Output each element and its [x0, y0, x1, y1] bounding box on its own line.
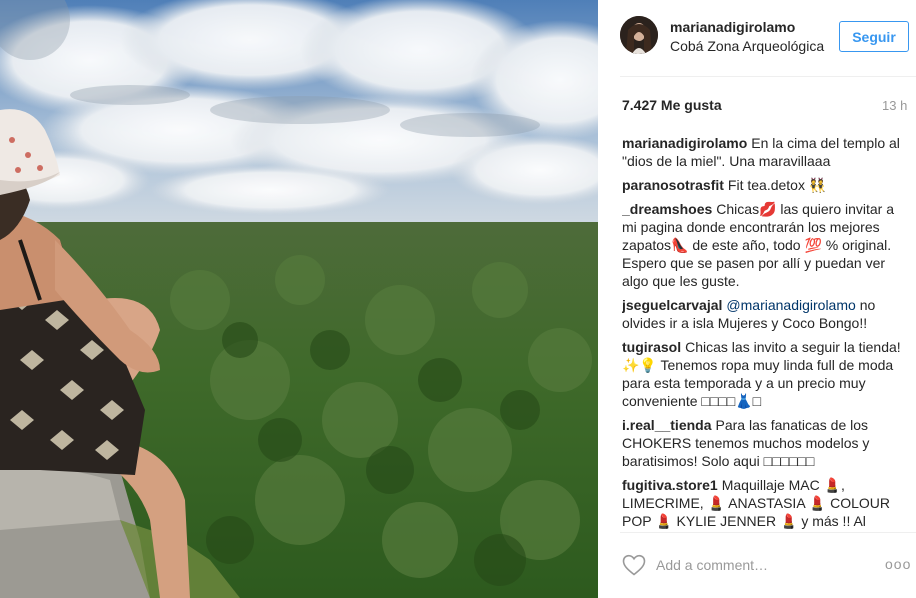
- list-item: paranosotrasfit Fit tea.detox 👯: [622, 176, 908, 194]
- list-item: fugitiva.store1 Maquillaje MAC 💄, LIMECRI…: [622, 476, 908, 530]
- comment-username[interactable]: i.real__tienda: [622, 417, 712, 433]
- avatar[interactable]: [620, 16, 658, 54]
- post-side-panel: marianadigirolamo Cobá Zona Arqueológica…: [598, 0, 916, 598]
- landscape-photo-illustration: [0, 0, 598, 598]
- post-author-username[interactable]: marianadigirolamo: [670, 19, 795, 35]
- likes-count[interactable]: 7.427 Me gusta: [622, 97, 722, 113]
- post-timestamp[interactable]: 13 h: [882, 98, 907, 113]
- list-item: jseguelcarvajal @marianadigirolamo no olv…: [622, 296, 908, 332]
- comment-username[interactable]: jseguelcarvajal: [622, 297, 722, 313]
- post-header: marianadigirolamo Cobá Zona Arqueológica…: [598, 0, 916, 76]
- list-item: tugirasol Chicas las invito a seguir la t…: [622, 338, 908, 410]
- list-item: _dreamshoes Chicas💋 las quiero invitar a …: [622, 200, 908, 290]
- comment-username[interactable]: tugirasol: [622, 339, 681, 355]
- list-item: i.real__tienda Para las fanaticas de los …: [622, 416, 908, 470]
- follow-button[interactable]: Seguir: [839, 21, 909, 52]
- comment-footer: Add a comment… ooo: [598, 538, 916, 598]
- avatar-image: [620, 16, 658, 54]
- heart-icon[interactable]: [622, 554, 646, 576]
- comment-text: Fit tea.detox 👯: [727, 177, 827, 193]
- comment-username[interactable]: _dreamshoes: [622, 201, 712, 217]
- comment-input[interactable]: Add a comment…: [656, 557, 768, 573]
- comment-username[interactable]: marianadigirolamo: [622, 135, 747, 151]
- list-item: marianadigirolamo En la cima del templo a…: [622, 134, 908, 170]
- more-options-icon[interactable]: ooo: [885, 556, 911, 572]
- comment-username[interactable]: fugitiva.store1: [622, 477, 718, 493]
- comment-username[interactable]: paranosotrasfit: [622, 177, 724, 193]
- header-divider: [620, 76, 916, 77]
- comment-list: marianadigirolamo En la cima del templo a…: [622, 134, 908, 532]
- post-location[interactable]: Cobá Zona Arqueológica: [670, 38, 828, 54]
- post-photo[interactable]: [0, 0, 598, 598]
- footer-divider: [620, 532, 916, 533]
- comment-mention[interactable]: @marianadigirolamo: [726, 297, 855, 313]
